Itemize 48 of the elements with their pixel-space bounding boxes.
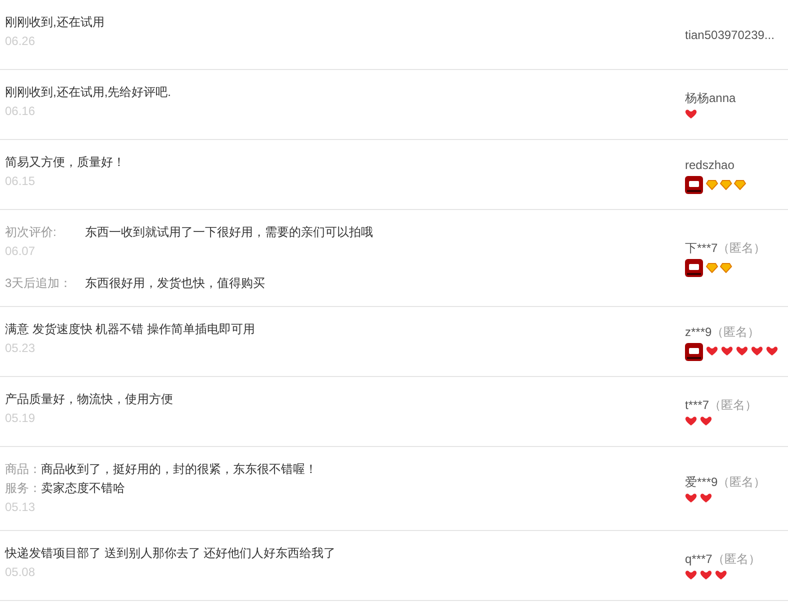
anonymous-label: （匿名） bbox=[718, 474, 766, 491]
user-name: 杨杨anna bbox=[685, 90, 736, 107]
diamond-icon bbox=[734, 180, 746, 190]
section-label: 商品： bbox=[5, 461, 41, 478]
diamond-icon bbox=[720, 180, 732, 190]
user-name: 爱***9 bbox=[685, 474, 718, 491]
section-label: 服务： bbox=[5, 480, 41, 497]
heart-icon bbox=[736, 346, 749, 357]
anonymous-label: （匿名） bbox=[709, 397, 758, 414]
review-text: 刚刚收到,还在试用,先给好评吧. bbox=[5, 84, 172, 101]
user-name: t***7 bbox=[685, 397, 710, 414]
review-text: 产品质量好，物流快，使用方便 bbox=[5, 391, 173, 408]
level-badge-icon bbox=[685, 342, 703, 360]
heart-icon bbox=[685, 109, 698, 120]
review-text: 卖家态度不错哈 bbox=[41, 480, 125, 497]
heart-icon bbox=[700, 493, 713, 504]
heart-icon bbox=[715, 570, 728, 581]
user-name: z***9 bbox=[685, 324, 712, 340]
heart-icon bbox=[700, 570, 713, 581]
level-badge-icon bbox=[685, 176, 703, 194]
review-text: 刚刚收到,还在试用 bbox=[5, 14, 104, 31]
review-text: 东西一收到就试用了一下很好用，需要的亲们可以拍哦 bbox=[85, 224, 373, 241]
heart-icon bbox=[700, 416, 713, 427]
heart-icon bbox=[685, 493, 698, 504]
level-badge-icon bbox=[685, 259, 703, 277]
diamond-icon bbox=[706, 180, 718, 190]
anonymous-label: （匿名） bbox=[712, 551, 760, 568]
diamond-icon bbox=[720, 263, 732, 273]
review-text: 商品收到了，挺好用的，封的很紧，东东很不错喔！ bbox=[41, 461, 317, 478]
review-label: 初次评价: bbox=[5, 224, 58, 241]
heart-icon bbox=[685, 570, 698, 581]
anonymous-label: （匿名） bbox=[712, 324, 760, 340]
user-name: q***7 bbox=[685, 551, 712, 568]
user-name: redszhao bbox=[685, 156, 734, 174]
append-label: 3天后追加： bbox=[5, 275, 73, 292]
user-name: tian503970239... bbox=[685, 26, 774, 44]
append-text: 东西很好用，发货也快，值得购买 bbox=[85, 275, 265, 292]
heart-icon bbox=[685, 416, 698, 427]
user-name: 下***7 bbox=[685, 240, 718, 257]
heart-icon bbox=[706, 346, 719, 357]
heart-icon bbox=[721, 346, 734, 357]
heart-icon bbox=[751, 346, 764, 357]
review-text: 快递发错项目部了 送到别人那你去了 还好他们人好东西给我了 bbox=[5, 545, 336, 562]
review-text: 简易又方便，质量好！ bbox=[5, 154, 125, 171]
diamond-icon bbox=[706, 263, 718, 273]
anonymous-label: （匿名） bbox=[718, 240, 766, 257]
review-text: 满意 发货速度快 机器不错 操作简单插电即可用 bbox=[5, 321, 256, 338]
heart-icon bbox=[766, 346, 779, 357]
